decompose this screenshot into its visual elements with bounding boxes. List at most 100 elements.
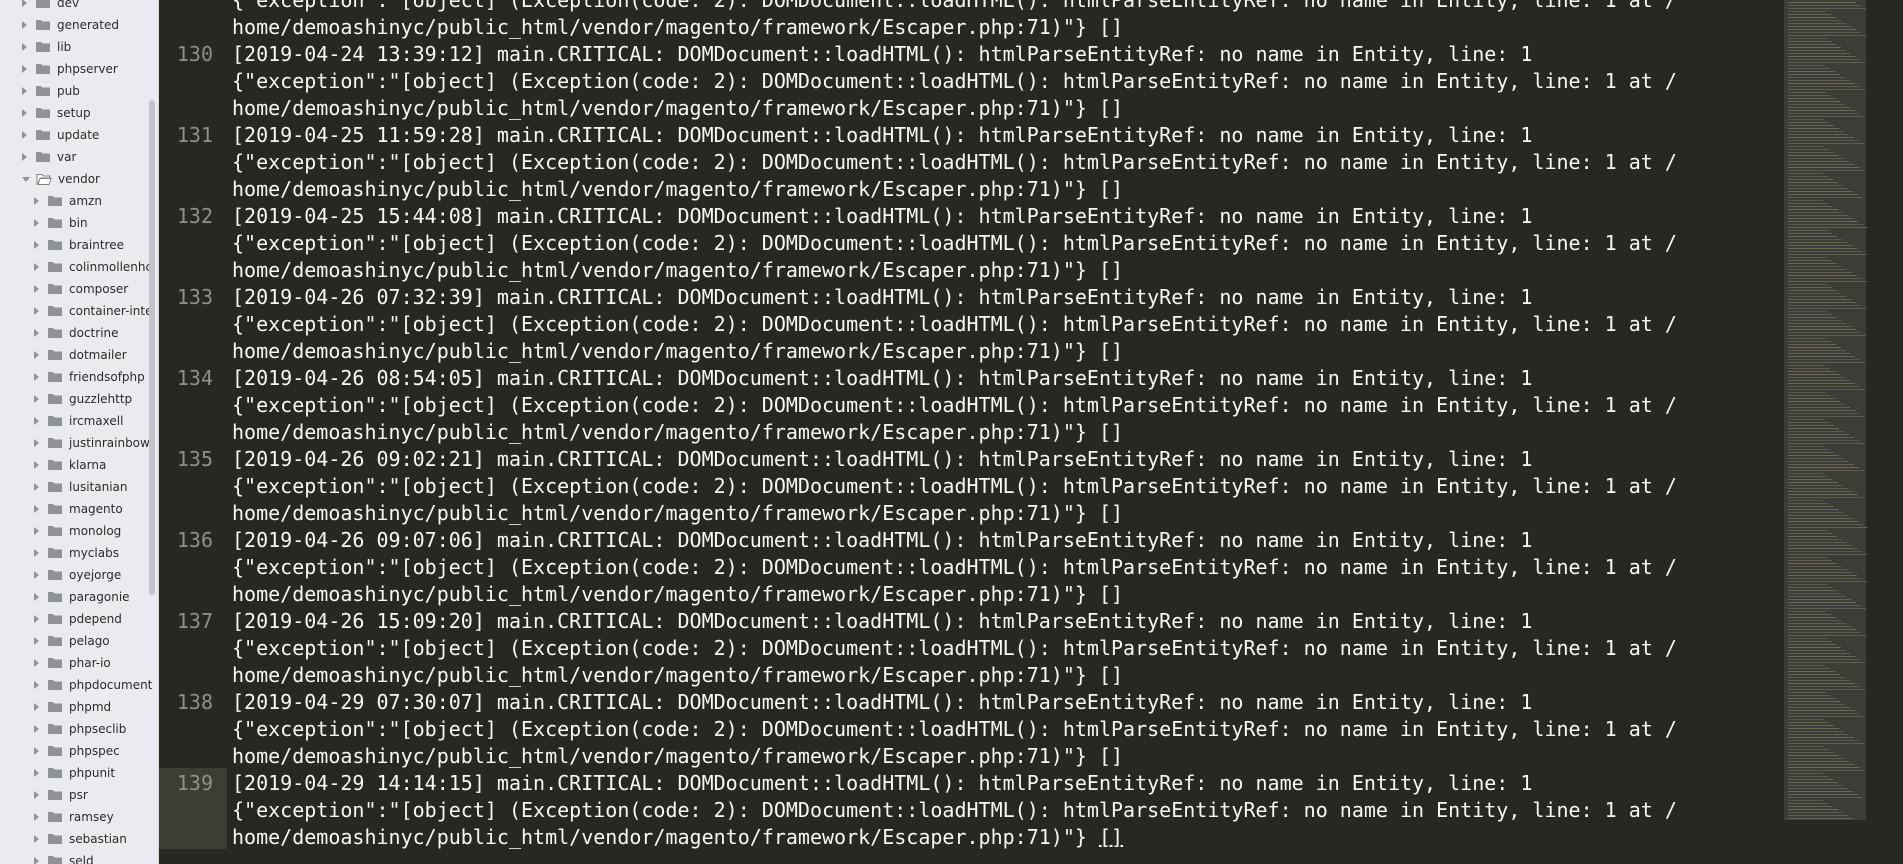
chevron-right-icon[interactable] [34,725,39,733]
sidebar-item-phpdocument[interactable]: phpdocument [0,674,152,696]
sidebar-item-phpserver[interactable]: phpserver [0,58,118,80]
folder-icon [48,350,62,360]
code-editor[interactable]: {"exception":"[object] (Exception(code: … [159,0,1784,864]
minimap-line [1788,35,1866,36]
minimap-line [1788,146,1824,147]
sidebar-item-oyejorge[interactable]: oyejorge [0,564,121,586]
sidebar-item-paragonie[interactable]: paragonie [0,586,130,608]
minimap-line [1788,206,1833,207]
sidebar-item-friendsofphp[interactable]: friendsofphp [0,366,145,388]
sidebar-item-amzn[interactable]: amzn [0,190,102,212]
chevron-right-icon[interactable] [34,483,39,491]
chevron-right-icon[interactable] [34,549,39,557]
sidebar-item-magento[interactable]: magento [0,498,123,520]
minimap-line [1788,413,1860,414]
chevron-right-icon[interactable] [34,307,39,315]
chevron-right-icon[interactable] [34,351,39,359]
chevron-right-icon[interactable] [34,395,39,403]
sidebar-item-phar-io[interactable]: phar-io [0,652,111,674]
chevron-right-icon[interactable] [34,703,39,711]
chevron-right-icon[interactable] [34,505,39,513]
chevron-right-icon[interactable] [34,681,39,689]
sidebar-item-bin[interactable]: bin [0,212,88,234]
sidebar-item-container-inte[interactable]: container-inte [0,300,152,322]
sidebar-item-vendor[interactable]: vendor [0,168,100,190]
chevron-right-icon[interactable] [22,65,27,73]
minimap-line [1788,563,1837,564]
sidebar-item-phpspec[interactable]: phpspec [0,740,120,762]
chevron-right-icon[interactable] [34,263,39,271]
chevron-right-icon[interactable] [34,461,39,469]
chevron-right-icon[interactable] [34,527,39,535]
sidebar-item-lusitanian[interactable]: lusitanian [0,476,127,498]
chevron-right-icon[interactable] [22,153,27,161]
sidebar-item-seld[interactable]: seld [0,850,94,864]
sidebar-item-pelago[interactable]: pelago [0,630,110,652]
sidebar-item-dev[interactable]: dev [0,0,79,14]
sidebar-item-justinrainbow[interactable]: justinrainbow [0,432,150,454]
sidebar-scroll-thumb[interactable] [149,100,155,595]
chevron-right-icon[interactable] [22,21,27,29]
chevron-right-icon[interactable] [34,615,39,623]
chevron-right-icon[interactable] [22,131,27,139]
sidebar-scrollbar[interactable] [146,0,158,864]
sidebar-item-var[interactable]: var [0,146,76,168]
sidebar-item-label: update [57,128,100,142]
sidebar-item-doctrine[interactable]: doctrine [0,322,119,344]
code-line: home/demoashinyc/public_html/vendor/mage… [232,420,1124,444]
sidebar-item-monolog[interactable]: monolog [0,520,121,542]
chevron-right-icon[interactable] [22,109,27,117]
chevron-right-icon[interactable] [34,769,39,777]
sidebar-item-sebastian[interactable]: sebastian [0,828,127,850]
sidebar-item-ramsey[interactable]: ramsey [0,806,114,828]
chevron-right-icon[interactable] [34,593,39,601]
sidebar-item-klarna[interactable]: klarna [0,454,106,476]
chevron-right-icon[interactable] [22,87,27,95]
chevron-right-icon[interactable] [34,219,39,227]
minimap-line [1788,59,1861,60]
sidebar-item-pdepend[interactable]: pdepend [0,608,122,630]
sidebar-item-phpunit[interactable]: phpunit [0,762,115,784]
chevron-right-icon[interactable] [34,197,39,205]
chevron-down-icon[interactable] [22,176,30,182]
sidebar-item-setup[interactable]: setup [0,102,91,124]
chevron-right-icon[interactable] [34,637,39,645]
minimap-line [1788,272,1852,273]
sidebar-item-psr[interactable]: psr [0,784,88,806]
sidebar-item-braintree[interactable]: braintree [0,234,124,256]
minimap-line [1788,395,1830,396]
sidebar-item-pub[interactable]: pub [0,80,80,102]
minimap-line [1788,227,1868,228]
matched-bracket-cursor[interactable]: [] [1099,825,1123,849]
file-tree-sidebar[interactable]: dev generated lib phpserver pub setup update va… [0,0,159,864]
chevron-right-icon[interactable] [34,857,39,864]
chevron-right-icon[interactable] [22,0,27,7]
sidebar-item-dotmailer[interactable]: dotmailer [0,344,127,366]
sidebar-item-phpmd[interactable]: phpmd [0,696,111,718]
sidebar-item-lib[interactable]: lib [0,36,71,58]
chevron-right-icon[interactable] [34,571,39,579]
chevron-right-icon[interactable] [34,329,39,337]
sidebar-item-composer[interactable]: composer [0,278,128,300]
minimap[interactable] [1784,0,1903,864]
sidebar-item-colinmollenhc[interactable]: colinmollenhc [0,256,152,278]
sidebar-item-myclabs[interactable]: myclabs [0,542,119,564]
sidebar-item-update[interactable]: update [0,124,99,146]
chevron-right-icon[interactable] [34,285,39,293]
sidebar-item-ircmaxell[interactable]: ircmaxell [0,410,123,432]
chevron-right-icon[interactable] [34,373,39,381]
chevron-right-icon[interactable] [34,747,39,755]
chevron-right-icon[interactable] [34,791,39,799]
chevron-right-icon[interactable] [34,439,39,447]
sidebar-item-phpseclib[interactable]: phpseclib [0,718,126,740]
sidebar-item-guzzlehttp[interactable]: guzzlehttp [0,388,132,410]
chevron-right-icon[interactable] [22,43,27,51]
chevron-right-icon[interactable] [34,417,39,425]
sidebar-item-generated[interactable]: generated [0,14,119,36]
chevron-right-icon[interactable] [34,241,39,249]
minimap-line [1788,446,1824,447]
minimap-line [1788,689,1865,690]
chevron-right-icon[interactable] [34,813,39,821]
chevron-right-icon[interactable] [34,835,39,843]
chevron-right-icon[interactable] [34,659,39,667]
